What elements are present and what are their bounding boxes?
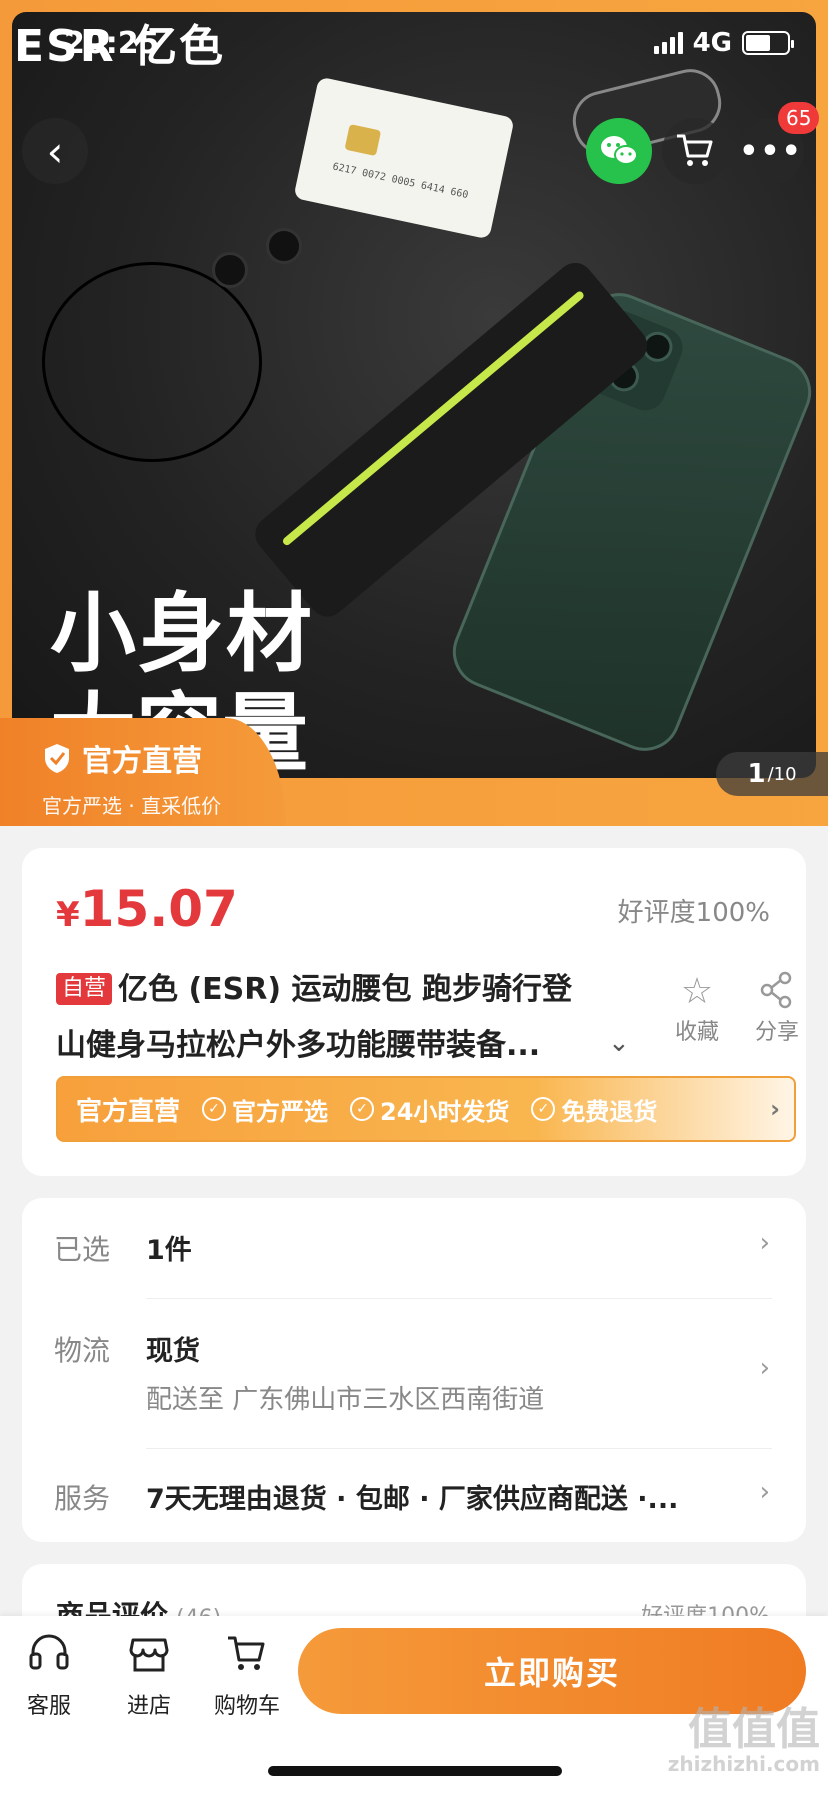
- slogan-line-1: 小身材: [50, 584, 314, 684]
- status-indicators: 4G: [653, 28, 794, 58]
- chevron-right-icon: ›: [759, 1228, 770, 1258]
- cart-icon: [677, 134, 713, 166]
- buy-now-button[interactable]: 立即购买: [298, 1628, 806, 1714]
- chevron-left-icon: ‹: [46, 126, 64, 176]
- card-number: 6217 0072 0005 6414 660: [331, 161, 470, 202]
- earphones-image: [42, 262, 262, 462]
- battery-icon: [742, 31, 794, 55]
- check-circle-icon: ✓: [202, 1097, 227, 1121]
- delivery-address: 配送至 广东佛山市三水区西南街道: [146, 1385, 545, 1415]
- check-circle-icon: ✓: [350, 1097, 375, 1121]
- share-label: 分享: [754, 1020, 799, 1045]
- favorite-label: 收藏: [674, 1020, 719, 1045]
- price-value: 15.07: [79, 880, 238, 938]
- headset-icon: [4, 1630, 94, 1688]
- wechat-share-button[interactable]: [586, 118, 652, 184]
- service-row[interactable]: 服务 7天无理由退货 · 包邮 · 厂家供应商配送 ·... ›: [22, 1449, 806, 1541]
- star-icon: ☆: [680, 971, 714, 1012]
- cart-icon: [202, 1630, 292, 1688]
- cart-count-badge: 65: [778, 102, 820, 134]
- signal-icon: [653, 32, 683, 54]
- watermark-main: 值值值: [688, 1704, 820, 1755]
- chevron-right-icon: ›: [759, 1353, 770, 1383]
- selected-row[interactable]: 已选 1件 ›: [22, 1198, 806, 1298]
- store-tab-label: 进店: [126, 1694, 171, 1719]
- hero-section: 6217 0072 0005 6414 660 ESR 亿色 20:25 4G: [0, 0, 828, 826]
- banner-item: ✓ 24小时发货: [350, 1092, 509, 1127]
- shield-check-icon: [45, 744, 69, 773]
- selected-label: 已选: [54, 1233, 111, 1266]
- store-icon: [104, 1630, 194, 1688]
- bank-card-image: 6217 0072 0005 6414 660: [293, 76, 515, 240]
- banner-item-label: 24小时发货: [380, 1097, 510, 1126]
- image-total: /10: [767, 763, 797, 785]
- product-page: { "status": { "time": "20:25", "network"…: [0, 0, 828, 1793]
- product-title-text: 亿色 (ESR) 运动腰包 跑步骑行登山健身马拉松户外多功能腰带装备...: [56, 972, 572, 1063]
- self-operated-badge: 自营: [56, 973, 113, 1005]
- cart-tab-label: 购物车: [213, 1694, 280, 1719]
- service-banner[interactable]: 官方直营 ✓ 官方严选 ✓ 24小时发货 ✓ 免费退货 ›: [56, 1076, 796, 1142]
- favorite-button[interactable]: ☆ 收藏: [662, 970, 732, 1046]
- official-subtitle: 官方严选 · 直采低价: [42, 794, 222, 818]
- official-store-tag: 官方直营 官方严选 · 直采低价: [0, 718, 286, 826]
- customer-service-button[interactable]: 客服: [4, 1630, 94, 1720]
- cart-button[interactable]: 购物车: [202, 1630, 292, 1720]
- price: ¥15.07: [56, 880, 238, 938]
- chevron-right-icon: ›: [759, 1477, 770, 1507]
- price-card: ¥15.07 好评度100% 自营 亿色 (ESR) 运动腰包 跑步骑行登山健身马…: [22, 848, 806, 1176]
- logistics-value: 现货: [146, 1336, 200, 1367]
- watermark-sub: zhizhizhi.com: [667, 1752, 820, 1776]
- share-icon: [742, 970, 812, 1014]
- header-cart-button[interactable]: [662, 118, 728, 184]
- banner-lead: 官方直营: [76, 1096, 181, 1127]
- watermark: 值值值 zhizhizhi.com: [667, 1708, 820, 1777]
- earbud-left: [212, 252, 248, 288]
- banner-item-label: 官方严选: [232, 1097, 329, 1126]
- store-button[interactable]: 进店: [104, 1630, 194, 1720]
- official-title: 官方直营: [82, 744, 202, 779]
- expand-title-button[interactable]: ⌄: [608, 1028, 630, 1058]
- image-counter: 1 /10: [716, 752, 828, 796]
- currency-symbol: ¥: [56, 895, 80, 935]
- banner-item: ✓ 免费退货: [531, 1092, 657, 1127]
- card-chip: [344, 124, 382, 157]
- service-tab-label: 客服: [26, 1694, 71, 1719]
- status-time: 20:25: [64, 26, 160, 61]
- banner-item: ✓ 官方严选: [202, 1092, 328, 1127]
- service-value: 7天无理由退货 · 包邮 · 厂家供应商配送 ·...: [146, 1484, 679, 1515]
- chevron-down-icon: ⌄: [608, 1028, 630, 1058]
- check-circle-icon: ✓: [531, 1097, 556, 1121]
- purchase-info-card: 已选 1件 › 物流 现货 配送至 广东佛山市三水区西南街道 › 服务 7天无理…: [22, 1198, 806, 1542]
- share-button[interactable]: 分享: [742, 970, 812, 1046]
- service-label: 服务: [54, 1482, 111, 1515]
- product-title[interactable]: 自营 亿色 (ESR) 运动腰包 跑步骑行登山健身马拉松户外多功能腰带装备...: [56, 962, 576, 1074]
- wechat-icon: [601, 136, 638, 165]
- selected-value: 1件: [146, 1235, 192, 1266]
- network-type: 4G: [692, 28, 732, 58]
- earbud-right: [266, 228, 302, 264]
- chevron-right-icon: ›: [770, 1095, 780, 1123]
- image-index: 1: [747, 759, 766, 789]
- back-button[interactable]: ‹: [22, 118, 88, 184]
- more-dots-icon: •••: [739, 133, 803, 169]
- logistics-row[interactable]: 物流 现货 配送至 广东佛山市三水区西南街道 ›: [22, 1299, 806, 1449]
- rating-text: 好评度100%: [617, 898, 770, 928]
- logistics-label: 物流: [54, 1334, 111, 1367]
- home-indicator: [268, 1766, 562, 1776]
- banner-item-label: 免费退货: [561, 1097, 658, 1126]
